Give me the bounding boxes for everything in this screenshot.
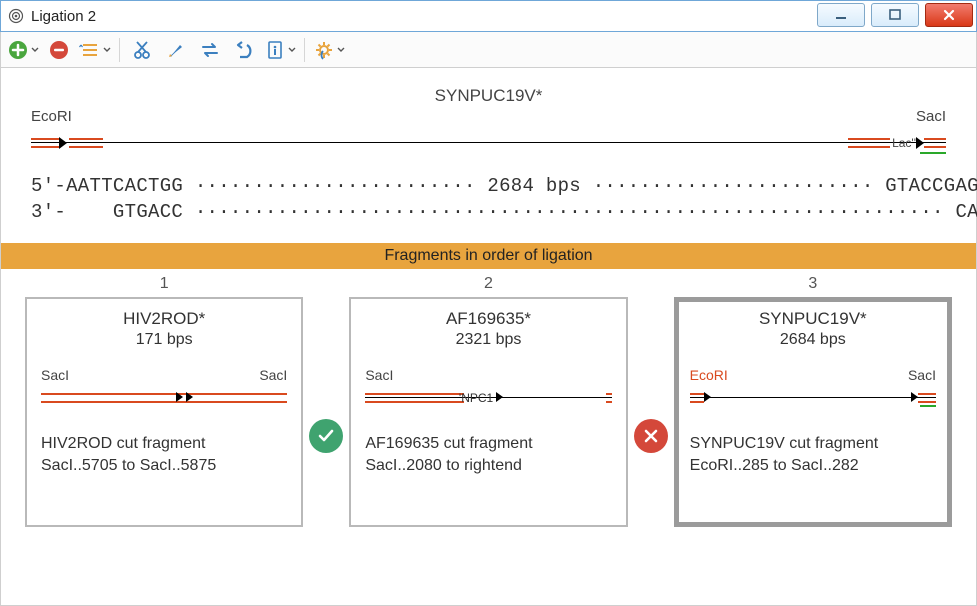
fragments-section-header: Fragments in order of ligation xyxy=(1,243,976,269)
fragment-right-enzyme: SacI xyxy=(259,367,287,383)
settings-button[interactable] xyxy=(313,36,345,64)
add-button[interactable] xyxy=(7,36,39,64)
fragment-diagram xyxy=(41,387,287,409)
highlight-button[interactable] xyxy=(162,36,190,64)
fragment-number: 2 xyxy=(484,275,493,293)
app-icon xyxy=(7,7,25,25)
window-controls xyxy=(814,1,976,31)
sequence-display: 5'-AATTCACTGG ························ 2… xyxy=(31,174,946,225)
cut-button[interactable] xyxy=(128,36,156,64)
fragment-number: 1 xyxy=(160,275,169,293)
fragment-left-enzyme: SacI xyxy=(365,367,393,383)
reorder-button[interactable] xyxy=(79,36,111,64)
remove-button[interactable] xyxy=(45,36,73,64)
swap-button[interactable] xyxy=(196,36,224,64)
content-area: SYNPUC19V* EcoRI SacI Lac'' 5'-AATTCACTG… xyxy=(0,68,977,606)
fragment-left-enzyme: SacI xyxy=(41,367,69,383)
dropdown-caret-icon xyxy=(31,46,39,54)
fragment-left-enzyme: EcoRI xyxy=(690,367,728,383)
fragment-desc-line2: EcoRI..285 to SacI..282 xyxy=(690,455,936,477)
vector-diagram: Lac'' xyxy=(31,130,946,160)
fragment-column: 1 HIV2ROD* 171 bps SacI SacI HIV2ROD cut… xyxy=(25,275,303,527)
document-info-button[interactable] xyxy=(264,36,296,64)
window-title: Ligation 2 xyxy=(31,8,814,25)
fragment-name: AF169635* xyxy=(365,309,611,329)
toolbar xyxy=(0,32,977,68)
fragment-right-enzyme: SacI xyxy=(908,367,936,383)
sequence-top: 5'-AATTCACTGG ························ 2… xyxy=(31,175,977,197)
dropdown-caret-icon xyxy=(103,46,111,54)
fragment-name: SYNPUC19V* xyxy=(690,309,936,329)
fragment-box[interactable]: HIV2ROD* 171 bps SacI SacI HIV2ROD cut f… xyxy=(25,297,303,527)
fragment-desc-line2: SacI..2080 to rightend xyxy=(365,455,611,477)
maximize-button[interactable] xyxy=(871,3,919,27)
fragment-column: 3 SYNPUC19V* 2684 bps EcoRI SacI SYN xyxy=(674,275,952,527)
fragment-desc-line1: SYNPUC19V cut fragment xyxy=(690,433,936,455)
fragment-box[interactable]: AF169635* 2321 bps SacI 'NPC1 AF169635 c… xyxy=(349,297,627,527)
dropdown-caret-icon xyxy=(288,46,296,54)
sequence-bottom: 3'- GTGACC ·····························… xyxy=(31,201,977,223)
fragment-diagram-label: 'NPC1 xyxy=(459,391,493,405)
fragment-diagram xyxy=(690,387,936,409)
vector-name: SYNPUC19V* xyxy=(31,86,946,106)
fragment-desc-line1: HIV2ROD cut fragment xyxy=(41,433,287,455)
fragment-number: 3 xyxy=(808,275,817,293)
fragment-length: 2321 bps xyxy=(365,331,611,349)
vector-left-enzyme: EcoRI xyxy=(31,108,72,125)
dropdown-caret-icon xyxy=(337,46,345,54)
fragment-length: 171 bps xyxy=(41,331,287,349)
fragment-name: HIV2ROD* xyxy=(41,309,287,329)
compat-ok-icon xyxy=(309,419,343,453)
compat-bad-icon xyxy=(634,419,668,453)
fragment-length: 2684 bps xyxy=(690,331,936,349)
vector-panel: SYNPUC19V* EcoRI SacI Lac'' 5'-AATTCACTG… xyxy=(1,86,976,225)
close-button[interactable] xyxy=(925,3,973,27)
fragment-diagram: 'NPC1 xyxy=(365,387,611,409)
fragment-desc-line2: SacI..5705 to SacI..5875 xyxy=(41,455,287,477)
toolbar-separator xyxy=(119,38,120,62)
fragment-column: 2 AF169635* 2321 bps SacI 'NPC1 AF169635… xyxy=(349,275,627,527)
toolbar-separator xyxy=(304,38,305,62)
minimize-button[interactable] xyxy=(817,3,865,27)
titlebar: Ligation 2 xyxy=(0,0,977,32)
undo-button[interactable] xyxy=(230,36,258,64)
fragment-desc-line1: AF169635 cut fragment xyxy=(365,433,611,455)
vector-right-enzyme: SacI xyxy=(916,108,946,125)
vector-right-annotation: Lac'' xyxy=(892,136,916,150)
fragment-box[interactable]: SYNPUC19V* 2684 bps EcoRI SacI SYNPUC19V… xyxy=(674,297,952,527)
fragments-row: 1 HIV2ROD* 171 bps SacI SacI HIV2ROD cut… xyxy=(1,269,976,527)
